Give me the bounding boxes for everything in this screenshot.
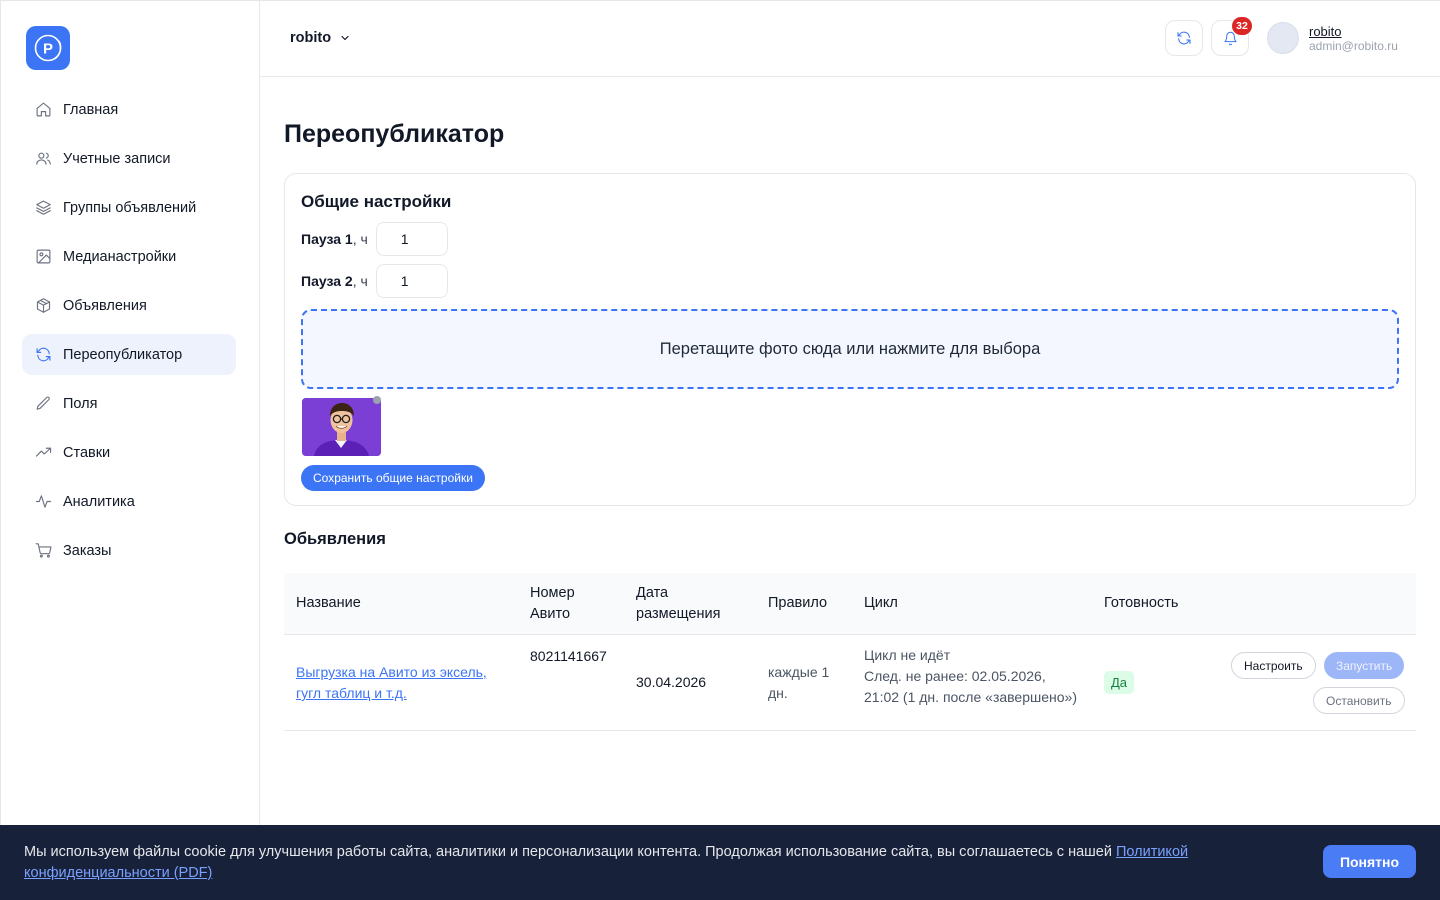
col-avito-line1: Номер — [530, 585, 575, 601]
refresh-icon — [1177, 31, 1191, 45]
refresh-icon — [35, 346, 52, 363]
sidebar-item-bids[interactable]: Ставки — [22, 432, 236, 473]
sidebar: P Главная Учетные записи Группы объявлен… — [0, 0, 260, 900]
stop-button[interactable]: Остановить — [1313, 687, 1405, 714]
org-name: robito — [290, 30, 332, 46]
home-icon — [35, 101, 52, 118]
cookie-message: Мы используем файлы cookie для улучшения… — [24, 844, 1116, 860]
sidebar-item-ads[interactable]: Объявления — [22, 285, 236, 326]
status-badge: Да — [1104, 671, 1135, 694]
activity-icon — [35, 493, 52, 510]
notifications-badge: 32 — [1232, 17, 1252, 35]
cycle-value: Цикл не идёт След. не ранее: 02.05.2026,… — [864, 645, 1077, 708]
cookie-accept-button[interactable]: Понятно — [1323, 845, 1416, 878]
logo-icon: P — [34, 34, 62, 62]
sidebar-item-label: Учетные записи — [63, 150, 171, 167]
sidebar-item-ad-groups[interactable]: Группы объявлений — [22, 187, 236, 228]
avito-number: 8021141667 — [530, 648, 607, 664]
sidebar-item-analytics[interactable]: Аналитика — [22, 481, 236, 522]
sidebar-item-accounts[interactable]: Учетные записи — [22, 138, 236, 179]
cycle-line1: Цикл не идёт — [864, 647, 951, 663]
sidebar-item-label: Аналитика — [63, 493, 135, 510]
col-avito-line2: Авито — [530, 606, 571, 622]
remove-photo-icon[interactable] — [373, 396, 381, 404]
rule-line1: каждые 1 — [768, 664, 830, 680]
sidebar-item-home[interactable]: Главная — [22, 89, 236, 130]
col-date-line1: Дата — [636, 585, 669, 601]
table-row: Выгрузка на Авито из эксель, гугл таблиц… — [284, 636, 1416, 731]
sidebar-item-label: Медианастройки — [63, 248, 177, 265]
avatar[interactable] — [1267, 22, 1299, 54]
sidebar-item-label: Поля — [63, 395, 98, 412]
user-email: admin@robito.ru — [1309, 39, 1398, 53]
placement-date: 30.04.2026 — [636, 674, 707, 690]
sidebar-item-label: Заказы — [63, 542, 112, 559]
uploaded-photo-thumbnail[interactable] — [302, 398, 381, 456]
table-header: Название Номер Авито Дата размещения Пра… — [284, 573, 1416, 635]
users-icon — [35, 150, 52, 167]
ad-name-link[interactable]: Выгрузка на Авито из эксель, гугл таблиц… — [296, 662, 487, 704]
col-avito-number: Номер Авито — [530, 583, 575, 625]
pause2-row: Пауза 2, ч — [301, 264, 448, 298]
configure-button[interactable]: Настроить — [1231, 652, 1316, 679]
sidebar-item-label: Переопубликатор — [63, 346, 183, 363]
col-date: Дата размещения — [636, 583, 720, 625]
cart-icon — [35, 542, 52, 559]
sidebar-item-label: Группы объявлений — [63, 199, 197, 216]
sync-button[interactable] — [1165, 20, 1203, 56]
image-icon — [35, 248, 52, 265]
settings-title: Общие настройки — [301, 192, 452, 211]
app-logo[interactable]: P — [26, 26, 70, 70]
trending-up-icon — [35, 444, 52, 461]
pause1-label: Пауза 1 — [301, 231, 353, 247]
start-button[interactable]: Запустить — [1324, 652, 1405, 679]
layers-icon — [35, 199, 52, 216]
general-settings-card: Общие настройки Пауза 1, ч Пауза 2, ч Пе… — [284, 173, 1416, 506]
save-settings-button[interactable]: Сохранить общие настройки — [301, 465, 485, 491]
cycle-line2: След. не ранее: 02.05.2026, — [864, 668, 1046, 684]
col-date-line2: размещения — [636, 606, 721, 622]
sidebar-item-orders[interactable]: Заказы — [22, 530, 236, 571]
pause2-input[interactable] — [375, 264, 448, 298]
pencil-icon — [35, 395, 52, 412]
pause1-unit: , ч — [352, 231, 368, 247]
col-rule: Правило — [768, 595, 828, 611]
sidebar-item-media-settings[interactable]: Медианастройки — [22, 236, 236, 277]
rule-line2: дн. — [768, 685, 788, 701]
ad-name-line2: гугл таблиц и т.д. — [296, 685, 407, 701]
sidebar-item-fields[interactable]: Поля — [22, 383, 236, 424]
sidebar-item-label: Главная — [63, 101, 119, 118]
person-photo-icon — [302, 398, 381, 456]
pause2-label: Пауза 2 — [301, 273, 353, 289]
sidebar-item-label: Ставки — [63, 444, 111, 461]
svg-text:P: P — [43, 41, 53, 58]
cookie-banner: Мы используем файлы cookie для улучшения… — [0, 825, 1440, 900]
pause1-input[interactable] — [375, 222, 448, 256]
ads-section-title: Обьявления — [284, 530, 386, 548]
col-ready: Готовность — [1104, 595, 1179, 611]
sidebar-nav: Главная Учетные записи Группы объявлений… — [22, 89, 236, 579]
cookie-text: Мы используем файлы cookie для улучшения… — [24, 842, 1244, 884]
chevron-down-icon — [341, 35, 349, 41]
box-icon — [35, 297, 52, 314]
top-header: robito — [260, 0, 1440, 77]
page-title: Переопубликатор — [284, 120, 505, 148]
rule-value: каждые 1 дн. — [768, 662, 829, 704]
user-name[interactable]: robito — [1309, 24, 1342, 39]
org-switcher[interactable]: robito — [290, 30, 351, 46]
cycle-line3: 21:02 (1 дн. после «завершено») — [864, 689, 1077, 705]
dropzone-text: Перетащите фото сюда или нажмите для выб… — [659, 339, 1041, 358]
col-name: Название — [296, 595, 361, 611]
ad-name-line1: Выгрузка на Авито из эксель, — [296, 664, 487, 680]
col-cycle: Цикл — [864, 595, 898, 611]
sidebar-item-label: Объявления — [63, 297, 147, 314]
pause1-row: Пауза 1, ч — [301, 222, 448, 256]
pause2-unit: , ч — [352, 273, 368, 289]
sidebar-item-republisher[interactable]: Переопубликатор — [22, 334, 236, 375]
photo-dropzone[interactable]: Перетащите фото сюда или нажмите для выб… — [301, 309, 1399, 389]
